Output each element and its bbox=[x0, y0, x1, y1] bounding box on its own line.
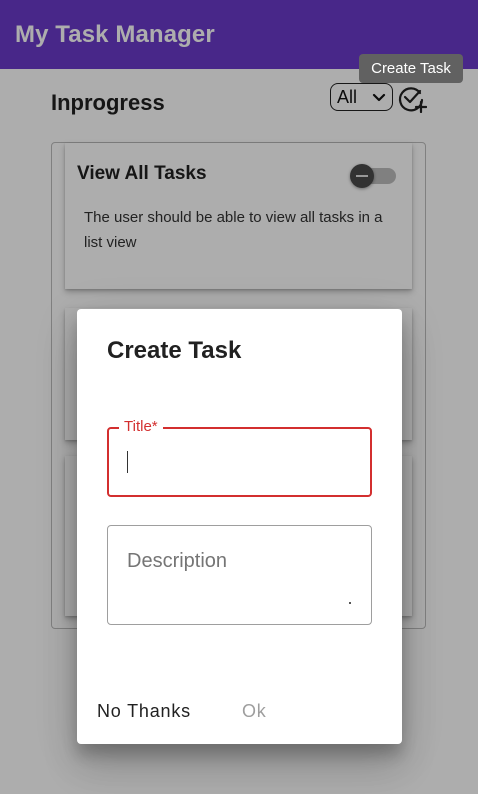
title-field[interactable]: Title* bbox=[107, 418, 372, 497]
dialog-title: Create Task bbox=[107, 337, 242, 364]
create-task-tooltip: Create Task bbox=[359, 54, 463, 83]
create-task-dialog: Create Task Title* Description No Thanks… bbox=[77, 309, 402, 744]
description-field[interactable]: Description bbox=[107, 525, 372, 625]
ok-button[interactable]: Ok bbox=[242, 701, 267, 722]
text-cursor bbox=[127, 451, 128, 473]
resize-handle-icon[interactable] bbox=[349, 602, 351, 604]
title-field-label: Title* bbox=[119, 418, 163, 435]
description-placeholder: Description bbox=[127, 550, 228, 572]
no-thanks-button[interactable]: No Thanks bbox=[97, 701, 191, 722]
